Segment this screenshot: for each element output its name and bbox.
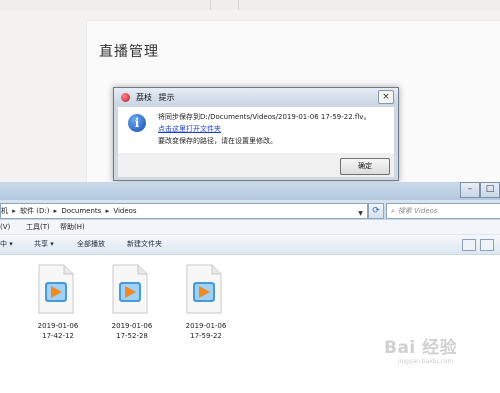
video-file-icon: [186, 264, 222, 314]
refresh-icon[interactable]: ⟳: [368, 203, 384, 219]
breadcrumb-drive-d[interactable]: 软件 (D:): [20, 207, 49, 215]
maximize-button[interactable]: □: [480, 182, 500, 198]
top-strip-divider: [238, 0, 239, 10]
file-time: 17-42-12: [42, 332, 74, 340]
close-icon[interactable]: ×: [378, 90, 394, 104]
file-date: 2019-01-06: [111, 322, 153, 330]
breadcrumb-separator-icon[interactable]: ▸: [106, 207, 110, 215]
change-path-hint: 要改变保存的路径，请在设置里修改。: [158, 137, 277, 145]
panel-title: 直播管理: [99, 44, 159, 60]
video-file-icon: [38, 264, 74, 314]
file-name: 2019-01-06 17-42-12: [26, 321, 90, 341]
minimize-button[interactable]: –: [460, 182, 480, 198]
view-options-icon[interactable]: [462, 239, 476, 251]
file-name: 2019-01-06 17-52-28: [100, 321, 164, 341]
dialog-title-text: 提示: [158, 93, 175, 102]
file-date: 2019-01-06: [37, 322, 79, 330]
save-path-message: 将同步保存到D:/Documents/Videos/2019-01-06 17-…: [158, 113, 371, 121]
file-name: 2019-01-06 17-59-22: [174, 321, 238, 341]
organize-button[interactable]: 中 ▾: [0, 235, 13, 254]
address-bar: 机 ▸ 软件 (D:) ▸ Documents ▸ Videos ▼ ⟳ ⌕ 搜索…: [0, 200, 500, 220]
search-placeholder: 搜索 Videos: [397, 207, 438, 215]
file-date: 2019-01-06: [185, 322, 227, 330]
top-strip-divider: [210, 0, 211, 10]
breadcrumb-videos[interactable]: Videos: [113, 207, 136, 215]
file-list: 2019-01-06 17-42-12 2019-01-06 17-52-28: [0, 255, 500, 393]
breadcrumb[interactable]: 机 ▸ 软件 (D:) ▸ Documents ▸ Videos ▼: [0, 203, 368, 219]
watermark-main: Bai 经验: [384, 338, 458, 358]
watermark-sub: jingyan.baidu.com: [398, 358, 454, 365]
file-time: 17-52-28: [116, 332, 148, 340]
breadcrumb-documents[interactable]: Documents: [61, 207, 101, 215]
explorer-titlebar[interactable]: – □: [0, 182, 500, 200]
background-top-strip: [0, 0, 500, 10]
new-folder-button[interactable]: 新建文件夹: [127, 235, 162, 254]
menu-bar: (V) 工具(T) 帮助(H): [0, 220, 500, 235]
command-bar: 中 ▾ 共享 ▾ 全部播放 新建文件夹: [0, 235, 500, 255]
address-dropdown-icon[interactable]: ▼: [355, 207, 366, 218]
menu-tools[interactable]: 工具(T): [26, 220, 50, 234]
open-folder-link[interactable]: 点击这里打开文件夹: [158, 124, 221, 134]
search-icon: ⌕: [391, 207, 395, 215]
dialog-title: 荔枝 提示: [136, 92, 175, 103]
play-all-button[interactable]: 全部播放: [77, 235, 105, 254]
dialog-body: i 将同步保存到D:/Documents/Videos/2019-01-06 1…: [118, 107, 394, 153]
breadcrumb-separator-icon[interactable]: ▸: [54, 207, 58, 215]
save-notice-dialog: 荔枝 提示 × i 将同步保存到D:/Documents/Videos/2019…: [113, 87, 399, 181]
info-icon: i: [128, 114, 146, 132]
lychee-app-icon: [121, 93, 130, 102]
breadcrumb-computer[interactable]: 机: [1, 207, 8, 215]
baidu-watermark: Bai 经验 jingyan.baidu.com: [384, 333, 457, 365]
preview-pane-icon[interactable]: [480, 239, 494, 251]
ok-button[interactable]: 确定: [340, 158, 390, 175]
menu-help[interactable]: 帮助(H): [60, 220, 85, 234]
search-input[interactable]: ⌕ 搜索 Videos: [386, 203, 500, 219]
dialog-footer: 确定: [118, 153, 394, 177]
dialog-app-name: 荔枝: [136, 93, 152, 102]
video-file-icon: [112, 264, 148, 314]
share-button[interactable]: 共享 ▾: [34, 235, 54, 254]
menu-view[interactable]: (V): [0, 220, 10, 234]
file-time: 17-59-22: [190, 332, 222, 340]
dialog-titlebar[interactable]: 荔枝 提示 ×: [114, 88, 398, 106]
breadcrumb-separator-icon[interactable]: ▸: [12, 207, 16, 215]
